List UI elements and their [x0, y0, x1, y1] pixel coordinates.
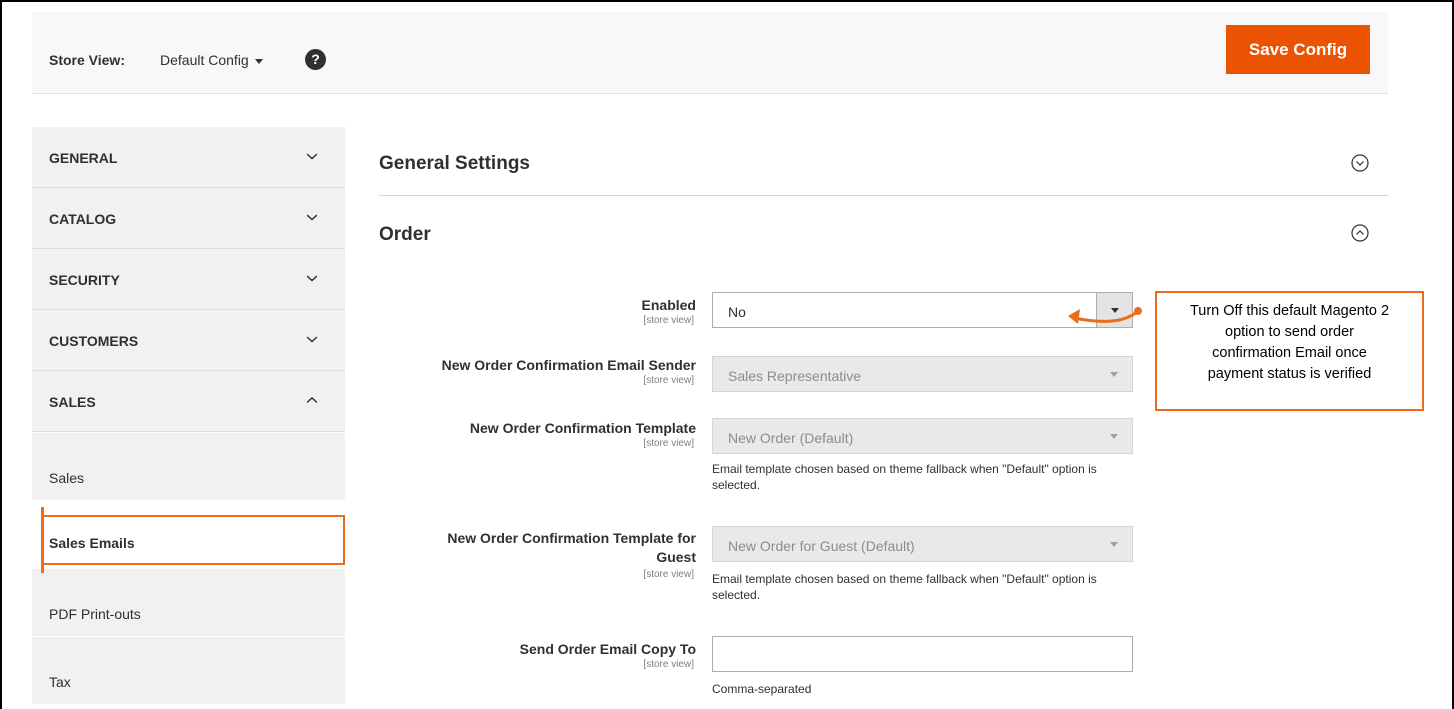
sidebar-group-security[interactable]: SECURITY [32, 249, 345, 310]
chevron-down-icon [307, 336, 317, 343]
sidebar-item-label: Sales Emails [49, 535, 135, 551]
section-general-settings[interactable]: General Settings [379, 152, 1388, 182]
sidebar-group-label: CUSTOMERS [49, 333, 139, 349]
field-scope: [store view] [643, 375, 694, 386]
annotation-callout: Turn Off this default Magento 2 option t… [1155, 291, 1424, 411]
active-item-indicator [41, 507, 44, 573]
field-label-email-sender: New Order Confirmation Email Sender [441, 357, 696, 373]
guest-template-select[interactable]: New Order for Guest (Default) [712, 526, 1133, 562]
sidebar-group-label: SALES [49, 394, 96, 410]
sidebar-item-label: Tax [49, 674, 71, 690]
field-label-copy-to: Send Order Email Copy To [519, 641, 696, 657]
field-label-confirmation-template: New Order Confirmation Template [469, 420, 696, 436]
field-label-guest-template-line1: New Order Confirmation Template for [447, 530, 696, 546]
sidebar-item-pdf-print-outs[interactable]: PDF Print-outs [32, 568, 345, 636]
sidebar-group-label: GENERAL [49, 150, 118, 166]
sidebar-item-tax[interactable]: Tax [32, 636, 345, 704]
field-scope: [store view] [643, 659, 694, 670]
chevron-up-icon [307, 397, 317, 404]
field-note: Comma-separated [712, 682, 812, 696]
config-sidebar: GENERAL CATALOG SECURITY CUSTOMERS SALES… [32, 127, 345, 704]
chevron-down-icon [307, 275, 317, 282]
field-note: Email template chosen based on theme fal… [712, 572, 1097, 602]
callout-line: payment status is verified [1207, 366, 1372, 382]
chevron-down-icon [307, 214, 317, 221]
sidebar-item-label: PDF Print-outs [49, 606, 141, 622]
caret-down-icon [1110, 434, 1118, 439]
callout-line: option to send order [1225, 324, 1354, 340]
callout-line: Turn Off this default Magento 2 [1189, 303, 1390, 319]
callout-line: confirmation Email once [1212, 345, 1367, 361]
chevron-up-circle-icon [1351, 224, 1369, 242]
sidebar-item-label: Sales [49, 470, 85, 486]
arrow-icon [1068, 307, 1142, 324]
copy-to-input[interactable] [712, 636, 1133, 672]
section-title: Order [379, 224, 431, 245]
field-note: Email template chosen based on theme fal… [712, 462, 1097, 492]
chevron-down-circle-icon [1351, 154, 1369, 172]
sidebar-group-label: CATALOG [49, 211, 117, 227]
sidebar-group-sales[interactable]: SALES [32, 371, 345, 432]
caret-down-icon [1110, 542, 1118, 547]
chevron-down-icon [307, 153, 317, 160]
store-view-label: Store View: [49, 52, 125, 68]
dropdown-toggle[interactable] [1096, 357, 1132, 391]
sidebar-item-sales[interactable]: Sales [32, 432, 345, 500]
sidebar-group-customers[interactable]: CUSTOMERS [32, 310, 345, 371]
store-view-value: Default Config [160, 52, 249, 68]
sidebar-item-sales-emails[interactable]: Sales Emails [32, 500, 345, 568]
save-config-button[interactable]: Save Config [1226, 25, 1370, 74]
confirmation-template-select[interactable]: New Order (Default) [712, 418, 1133, 454]
field-scope: [store view] [643, 569, 694, 580]
dropdown-toggle[interactable] [1096, 419, 1132, 453]
section-order[interactable]: Order [379, 223, 1388, 253]
field-scope: [store view] [643, 315, 694, 326]
caret-down-icon [1110, 372, 1118, 377]
email-sender-select[interactable]: Sales Representative [712, 356, 1133, 392]
field-label-guest-template-line2: Guest [656, 549, 696, 565]
sidebar-group-catalog[interactable]: CATALOG [32, 188, 345, 249]
select-value: Sales Representative [728, 368, 862, 384]
store-view-switcher[interactable]: Default Config [160, 52, 263, 68]
dropdown-toggle[interactable] [1096, 527, 1132, 561]
select-value: New Order (Default) [728, 430, 854, 446]
sidebar-group-general[interactable]: GENERAL [32, 127, 345, 188]
section-title: General Settings [379, 153, 530, 174]
caret-down-icon [254, 58, 263, 64]
sidebar-group-label: SECURITY [49, 272, 120, 288]
help-icon[interactable]: ? [305, 49, 326, 70]
select-value: New Order for Guest (Default) [728, 538, 915, 554]
section-divider [379, 195, 1388, 196]
select-value: No [728, 304, 746, 320]
field-label-enabled: Enabled [641, 297, 696, 313]
store-view-bar: Store View: Default Config ? Save Config [32, 12, 1388, 94]
field-scope: [store view] [643, 438, 694, 449]
